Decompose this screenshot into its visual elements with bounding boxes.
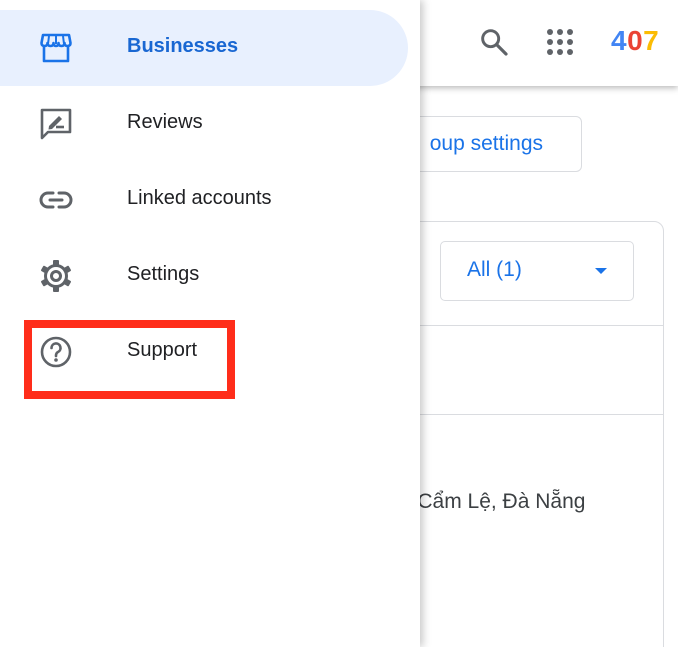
- nav-item-label: Reviews: [127, 111, 203, 133]
- nav-item-settings[interactable]: Settings: [0, 238, 408, 314]
- nav-item-label: Linked accounts: [127, 187, 272, 209]
- search-icon[interactable]: [478, 26, 510, 58]
- gear-icon: [41, 260, 71, 292]
- nav-item-businesses[interactable]: Businesses: [0, 10, 408, 86]
- help-circle-icon: [40, 336, 72, 368]
- business-address: n, Cẩm Lệ, Đà Nẵng: [394, 490, 586, 513]
- nav-item-label: Support: [127, 339, 198, 361]
- navigation-drawer: Businesses Reviews Linked accounts Setti…: [0, 0, 420, 647]
- page: file 407 oup settings All (1) n, Cẩm Lệ,…: [0, 0, 678, 647]
- storefront-icon: [40, 33, 72, 63]
- nav-item-label: Businesses: [127, 35, 239, 57]
- dropdown-arrow-icon: [595, 268, 607, 274]
- nav-item-support[interactable]: Support: [0, 314, 408, 390]
- apps-grid-icon[interactable]: [545, 27, 575, 57]
- group-settings-label: oup settings: [429, 132, 543, 155]
- filter-dropdown[interactable]: All (1): [440, 241, 634, 301]
- nav-item-label: Settings: [127, 263, 200, 285]
- nav-item-linked-accounts[interactable]: Linked accounts: [0, 162, 408, 238]
- nav-item-reviews[interactable]: Reviews: [0, 86, 408, 162]
- rate-review-icon: [40, 108, 72, 140]
- brand-logo: 407: [611, 25, 660, 56]
- link-icon: [39, 191, 73, 209]
- filter-label: All (1): [467, 258, 522, 281]
